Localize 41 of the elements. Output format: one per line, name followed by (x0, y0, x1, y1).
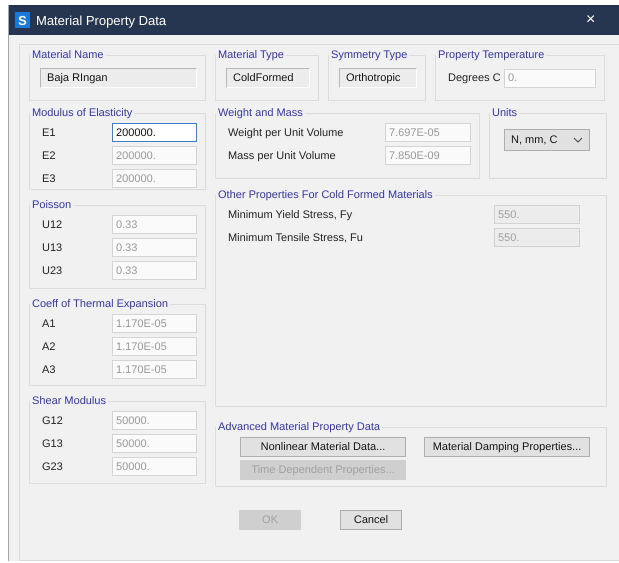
field-label: G23 (42, 460, 63, 472)
cancel-button[interactable]: Cancel (340, 510, 402, 530)
field-label: Degrees C (448, 72, 501, 84)
input-field[interactable]: 200000. (112, 123, 197, 142)
field-label: U13 (42, 242, 62, 254)
field-label: Mass per Unit Volume (228, 150, 336, 162)
group-title: Advanced Material Property Data (217, 421, 382, 433)
damping-properties-button[interactable]: Material Damping Properties... (424, 437, 590, 457)
chevron-down-icon (573, 137, 583, 143)
group-title: Shear Modulus (31, 395, 107, 407)
field-label: A3 (42, 364, 56, 376)
units-dropdown[interactable]: N, mm, C (504, 129, 590, 151)
field-label: G13 (42, 438, 63, 450)
field-label: E1 (42, 126, 56, 138)
read-only-field: Baja RIngan (40, 68, 197, 88)
close-button[interactable]: × (586, 11, 619, 29)
field-label: A1 (42, 318, 56, 330)
read-only-field: ColdFormed (226, 68, 310, 88)
group-title: Modulus of Elasticity (31, 107, 134, 119)
field-label: U12 (42, 218, 62, 230)
group-title: Weight and Mass (217, 107, 304, 119)
group-title: Symmetry Type (330, 49, 408, 61)
nonlinear-data-button[interactable]: Nonlinear Material Data... (240, 437, 406, 457)
field-label: Weight per Unit Volume (228, 126, 344, 138)
group-title: Material Name (31, 49, 105, 61)
group-title: Other Properties For Cold Formed Materials (217, 189, 434, 201)
app-logo-icon: S (15, 12, 30, 28)
field-label: E2 (42, 150, 56, 162)
window-title: Material Property Data (36, 12, 168, 28)
group-title: Material Type (217, 49, 285, 61)
field-label: E3 (42, 172, 56, 184)
field-label: A2 (42, 340, 56, 352)
field-label: U23 (42, 264, 62, 276)
group-title: Coeff of Thermal Expansion (31, 298, 169, 310)
field-label: G12 (42, 414, 63, 426)
field-label: Minimum Yield Stress, Fy (228, 208, 352, 220)
group-title: Units (491, 107, 518, 119)
read-only-field: Orthotropic (339, 68, 417, 88)
field-label: Minimum Tensile Stress, Fu (228, 232, 363, 244)
group-title: Poisson (31, 199, 72, 211)
group-title: Property Temperature (437, 49, 546, 61)
